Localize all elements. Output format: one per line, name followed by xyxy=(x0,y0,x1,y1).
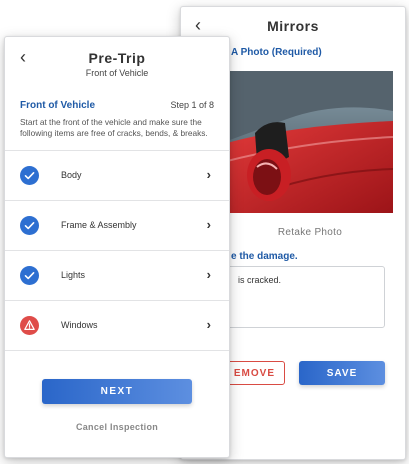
damage-description-value: is cracked. xyxy=(238,275,282,285)
remove-button[interactable]: EMOVE xyxy=(221,361,285,385)
checklist-item-label: Frame & Assembly xyxy=(61,220,137,230)
checklist-item-label: Windows xyxy=(61,320,98,330)
instructions-text: Start at the front of the vehicle and ma… xyxy=(20,117,208,138)
chevron-right-icon: › xyxy=(206,167,211,182)
check-icon xyxy=(20,166,39,185)
cancel-inspection-link[interactable]: Cancel Inspection xyxy=(5,422,229,432)
damage-description-field[interactable]: is cracked. xyxy=(227,266,385,328)
next-button[interactable]: NEXT xyxy=(42,379,192,404)
step-indicator: Step 1 of 8 xyxy=(170,100,214,110)
checklist-item-lights[interactable]: Lights › xyxy=(5,251,229,301)
save-button[interactable]: SAVE xyxy=(299,361,385,385)
checklist-item-body[interactable]: Body › xyxy=(5,151,229,201)
damage-photo xyxy=(227,71,393,213)
pre-trip-screen: ‹ Pre-Trip Front of Vehicle Front of Veh… xyxy=(4,36,230,458)
screen-subtitle: Front of Vehicle xyxy=(85,68,149,78)
section-title: Front of Vehicle xyxy=(20,100,96,111)
screen-title: Mirrors xyxy=(267,18,319,34)
checklist-item-label: Lights xyxy=(61,270,86,280)
chevron-right-icon: › xyxy=(206,267,211,282)
chevron-right-icon: › xyxy=(206,217,211,232)
check-icon xyxy=(20,216,39,235)
warning-icon xyxy=(20,316,39,335)
checklist: Body › Frame & Assembly › Lights › Windo… xyxy=(5,150,229,351)
describe-damage-label: e the damage. xyxy=(231,251,298,262)
checklist-item-windows[interactable]: Windows › xyxy=(5,301,229,351)
chevron-right-icon: › xyxy=(206,317,211,332)
checklist-item-frame-assembly[interactable]: Frame & Assembly › xyxy=(5,201,229,251)
retake-photo-link[interactable]: Retake Photo xyxy=(227,227,393,238)
photo-label: A Photo (Required) xyxy=(231,47,322,58)
check-icon xyxy=(20,266,39,285)
screen-title: Pre-Trip xyxy=(88,50,146,66)
checklist-item-label: Body xyxy=(61,170,82,180)
